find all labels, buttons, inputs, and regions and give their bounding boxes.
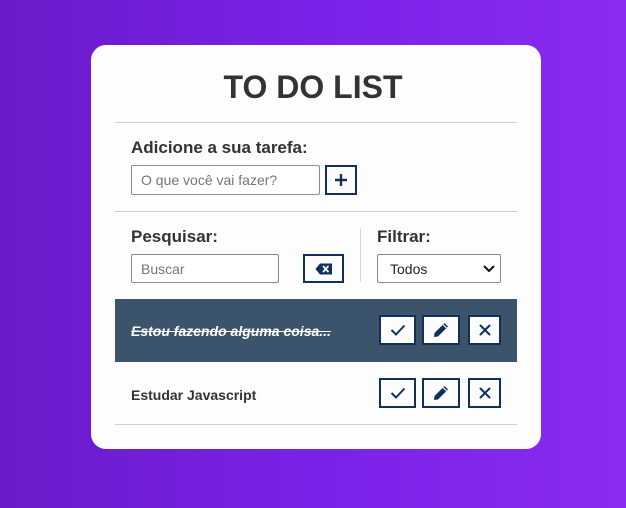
check-icon (390, 387, 405, 399)
todo-item-text: Estou fazendo alguma coisa... (131, 323, 331, 339)
close-icon (479, 324, 490, 336)
search-label: Pesquisar: (131, 227, 218, 246)
page-title: TO DO LIST (223, 69, 403, 105)
finish-todo-button[interactable] (379, 315, 416, 345)
clear-search-button[interactable] (303, 254, 344, 283)
chevron-down-icon (483, 265, 495, 272)
add-task-input[interactable] (131, 165, 320, 195)
todo-item: Estudar Javascript (115, 362, 517, 424)
filter-selected-value: Todos (390, 260, 428, 277)
close-icon (479, 387, 490, 399)
pencil-icon (434, 386, 448, 400)
divider (115, 122, 517, 123)
remove-todo-button[interactable] (468, 378, 501, 408)
filter-select[interactable]: Todos (377, 254, 501, 283)
edit-todo-button[interactable] (422, 378, 460, 408)
edit-todo-button[interactable] (422, 315, 460, 345)
check-icon (390, 324, 405, 336)
todo-item-done: Estou fazendo alguma coisa... (115, 299, 517, 362)
divider (115, 211, 517, 212)
pencil-icon (434, 323, 448, 337)
todo-item-text: Estudar Javascript (131, 387, 257, 403)
finish-todo-button[interactable] (379, 378, 416, 408)
backspace-icon (315, 263, 332, 274)
remove-todo-button[interactable] (468, 315, 501, 345)
plus-icon (335, 174, 347, 186)
add-task-label: Adicione a sua tarefa: (131, 138, 308, 157)
filter-label: Filtrar: (377, 227, 431, 246)
divider (115, 424, 517, 425)
search-input[interactable] (131, 254, 279, 283)
vertical-divider (360, 228, 361, 282)
add-task-button[interactable] (325, 165, 357, 195)
